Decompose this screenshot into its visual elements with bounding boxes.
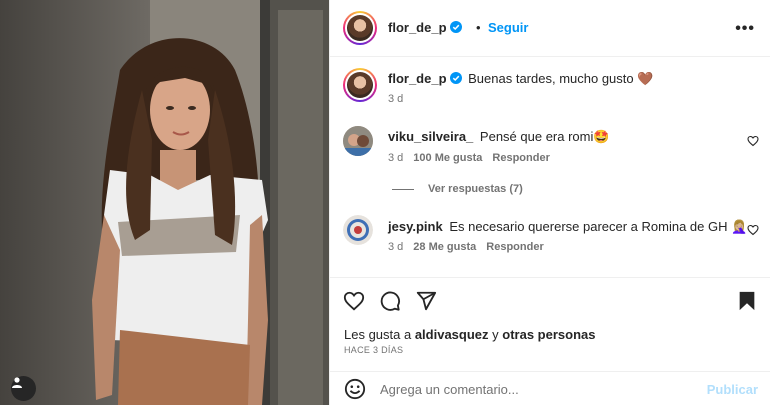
comment-time[interactable]: 3 d — [388, 152, 403, 164]
commenter-avatar[interactable] — [343, 126, 373, 156]
caption-body: Buenas tardes, mucho gusto 🤎 — [468, 71, 654, 86]
likes-prefix: Les gusta a — [344, 327, 415, 342]
liker-username[interactable]: aldivasquez — [415, 327, 489, 342]
more-options-button[interactable]: ••• — [735, 20, 755, 38]
share-icon[interactable] — [415, 290, 437, 312]
reply-button[interactable]: Responder — [492, 152, 549, 164]
comment-form: Agrega un comentario... Publicar — [330, 371, 770, 405]
post-date[interactable]: HACE 3 DÍAS — [344, 345, 403, 355]
comment-icon[interactable] — [379, 290, 401, 312]
comment-text: viku_silveira_ Pensé que era romi🤩 — [388, 129, 610, 145]
follow-button[interactable]: Seguir — [488, 20, 528, 35]
commenter-username[interactable]: viku_silveira_ — [388, 129, 473, 144]
comment-meta: 3 d 28 Me gusta Responder — [388, 241, 544, 253]
like-icon[interactable] — [343, 290, 365, 312]
comment-text: jesy.pink Es necesario quererse parecer … — [388, 219, 747, 235]
comment-likes[interactable]: 100 Me gusta — [413, 152, 482, 164]
post-details-panel: flor_de_p • Seguir ••• flor_de_p Buenas … — [329, 0, 770, 405]
verified-badge-icon — [449, 72, 462, 84]
header-separator: • — [476, 20, 481, 35]
verified-badge-icon — [449, 21, 462, 33]
author-avatar[interactable] — [343, 11, 377, 45]
post-actions: Les gusta a aldivasquez y otras personas… — [330, 277, 770, 361]
post-header: flor_de_p • Seguir ••• — [330, 0, 770, 57]
post-image — [0, 0, 329, 405]
caption-time[interactable]: 3 d — [388, 93, 403, 105]
likes-joiner: y — [488, 327, 503, 342]
caption-text: flor_de_p Buenas tardes, mucho gusto 🤎 — [388, 71, 653, 87]
other-likers-button[interactable]: otras personas — [502, 327, 595, 342]
save-bookmark-icon[interactable] — [736, 290, 758, 312]
reply-button[interactable]: Responder — [486, 241, 543, 253]
user-icon — [12, 377, 22, 388]
caption-username[interactable]: flor_de_p — [388, 71, 447, 86]
comment-likes[interactable]: 28 Me gusta — [413, 241, 476, 253]
like-comment-icon[interactable] — [747, 224, 759, 236]
emoji-icon[interactable] — [344, 378, 366, 400]
view-replies-label[interactable]: Ver respuestas (7) — [428, 183, 523, 195]
comment-body: Pensé que era romi🤩 — [479, 129, 610, 144]
caption-avatar[interactable] — [343, 68, 377, 102]
author-username[interactable]: flor_de_p — [388, 20, 462, 35]
author-username-text[interactable]: flor_de_p — [388, 20, 447, 35]
instagram-post-view: flor_de_p • Seguir ••• flor_de_p Buenas … — [0, 0, 770, 405]
commenter-username[interactable]: jesy.pink — [388, 219, 443, 234]
comment-body: Es necesario quererse parecer a Romina d… — [449, 219, 748, 234]
publish-button[interactable]: Publicar — [707, 382, 758, 397]
likes-summary: Les gusta a aldivasquez y otras personas — [344, 327, 595, 342]
comment-meta: 3 d 100 Me gusta Responder — [388, 152, 550, 164]
like-comment-icon[interactable] — [747, 135, 759, 147]
comment-input[interactable]: Agrega un comentario... — [380, 382, 519, 397]
comment-time[interactable]: 3 d — [388, 241, 403, 253]
commenter-avatar[interactable] — [343, 215, 373, 245]
post-photo[interactable] — [0, 0, 329, 405]
view-replies-button[interactable]: Ver respuestas (7) — [392, 183, 523, 195]
tagged-users-button[interactable] — [11, 376, 36, 401]
